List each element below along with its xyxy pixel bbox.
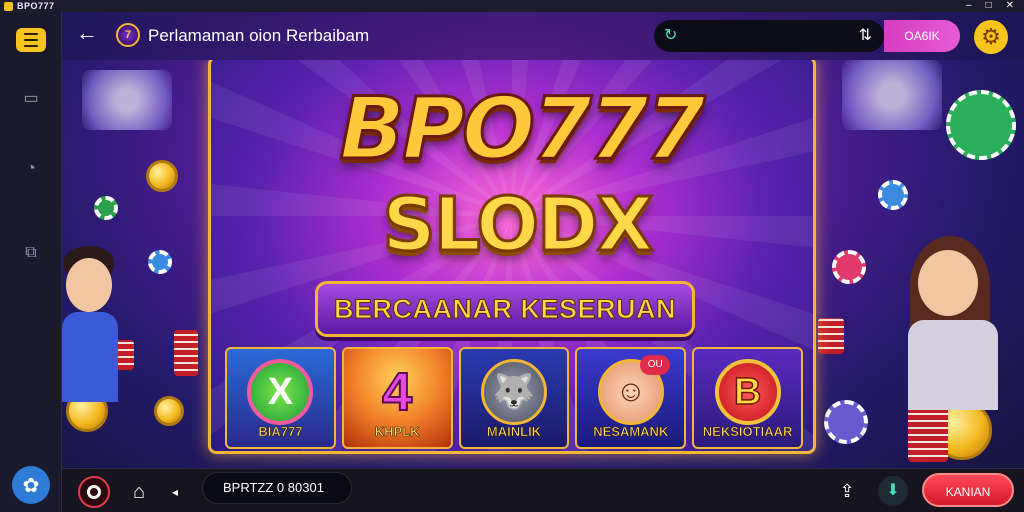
game-tile[interactable]: 4 KHPLK: [341, 347, 453, 449]
game-tile-label: NEKSIOTIAAR: [702, 424, 793, 440]
sidebar: ▭ ◔ ⧉ ✿: [0, 12, 62, 512]
search-input[interactable]: [688, 26, 838, 46]
chat-icon[interactable]: ▭: [20, 88, 42, 110]
chip-stack: [818, 318, 844, 354]
chip-decoration: [824, 400, 868, 444]
tagline-text: BERCAANAR KESERUAN: [333, 293, 677, 324]
tagline-ribbon: BERCAANAR KESERUAN: [315, 281, 695, 337]
game-art-icon: B: [714, 359, 781, 425]
coin-decoration: [146, 160, 178, 192]
gear-icon[interactable]: ⚙: [974, 20, 1008, 54]
app-window: BPO777 – □ ✕ ▭ ◔ ⧉ ✿ ← 7 Perlamaman oion…: [0, 0, 1024, 512]
game-tile[interactable]: B NEKSIOTIAAR: [692, 347, 803, 449]
chip-decoration: [148, 250, 172, 274]
game-art-icon: X: [247, 359, 314, 425]
girl-character: [902, 236, 1024, 468]
main-action-button[interactable]: KANIAN: [922, 473, 1014, 507]
close-icon[interactable]: ✕: [1006, 1, 1014, 11]
game-tile-label: NESAMANK: [593, 424, 669, 440]
login-button[interactable]: OA6IK: [884, 20, 960, 52]
history-icon[interactable]: ◔: [20, 158, 42, 180]
chip-decoration: [878, 180, 908, 210]
promo-banner: BPO777 SLODX BERCAANAR KESERUAN X BIA777…: [62, 60, 1024, 468]
game-tile-label: BIA777: [258, 424, 303, 440]
game-art-icon: 4: [381, 361, 413, 423]
speech-badge: OU: [640, 355, 671, 375]
game-tile[interactable]: ☺ OU NESAMANK: [575, 347, 687, 449]
game-tile-label: MAINLIK: [486, 424, 542, 440]
window-title: BPO777: [17, 1, 55, 11]
header: ← 7 Perlamaman oion Rerbaibam ↻ ⇅ OA6IK …: [62, 12, 1024, 60]
download-icon[interactable]: ⬇: [878, 476, 908, 506]
record-icon[interactable]: [78, 476, 110, 508]
menu-button[interactable]: [16, 28, 46, 52]
banner-frame[interactable]: BPO777 SLODX BERCAANAR KESERUAN X BIA777…: [208, 60, 816, 454]
chip-stack: [174, 330, 198, 376]
chip-decoration: [832, 250, 866, 284]
title-bar: BPO777 – □ ✕: [0, 0, 1024, 12]
minimize-icon[interactable]: –: [966, 1, 972, 11]
boy-character: [62, 246, 142, 468]
search-icon[interactable]: ↻: [664, 25, 677, 45]
game-tile-label: KHPLK: [374, 424, 420, 440]
game-tile[interactable]: X BIA777: [225, 347, 336, 449]
wallet-icon[interactable]: ⧉: [20, 242, 42, 264]
window-controls: – □ ✕: [966, 1, 1014, 11]
chip-decoration: [94, 196, 118, 220]
filter-icon[interactable]: ⇅: [859, 25, 872, 45]
brand-subtitle: SLODX: [381, 182, 655, 269]
chip-decoration: [946, 90, 1016, 160]
game-tiles: X BIA777 4 KHPLK 🐺 MAINLIK ☺ OU NESAMANK: [225, 347, 803, 449]
back-button[interactable]: ←: [76, 22, 100, 46]
account-id-field[interactable]: BPRTZZ 0 80301: [202, 472, 352, 504]
app-logo-icon: [4, 1, 13, 11]
volume-icon[interactable]: ◂: [172, 481, 184, 503]
page-logo-icon: 7: [116, 23, 140, 47]
wolf-icon: 🐺: [480, 359, 547, 425]
search-bar: ↻ ⇅: [654, 20, 884, 52]
coin-decoration: [154, 396, 184, 426]
share-icon[interactable]: ⇪: [834, 478, 860, 504]
stage-light: [842, 60, 942, 130]
page-title: Perlamaman oion Rerbaibam: [148, 26, 370, 45]
camera-icon[interactable]: ⌂: [126, 479, 152, 505]
brand-title: BPO777: [338, 79, 707, 179]
stage-light: [82, 70, 172, 130]
maximize-icon[interactable]: □: [986, 1, 992, 11]
support-icon[interactable]: ✿: [12, 466, 50, 504]
bottom-toolbar: ⌂ ◂ BPRTZZ 0 80301 ⇪ ⬇ KANIAN: [62, 468, 1024, 512]
game-tile[interactable]: 🐺 MAINLIK: [458, 347, 570, 449]
